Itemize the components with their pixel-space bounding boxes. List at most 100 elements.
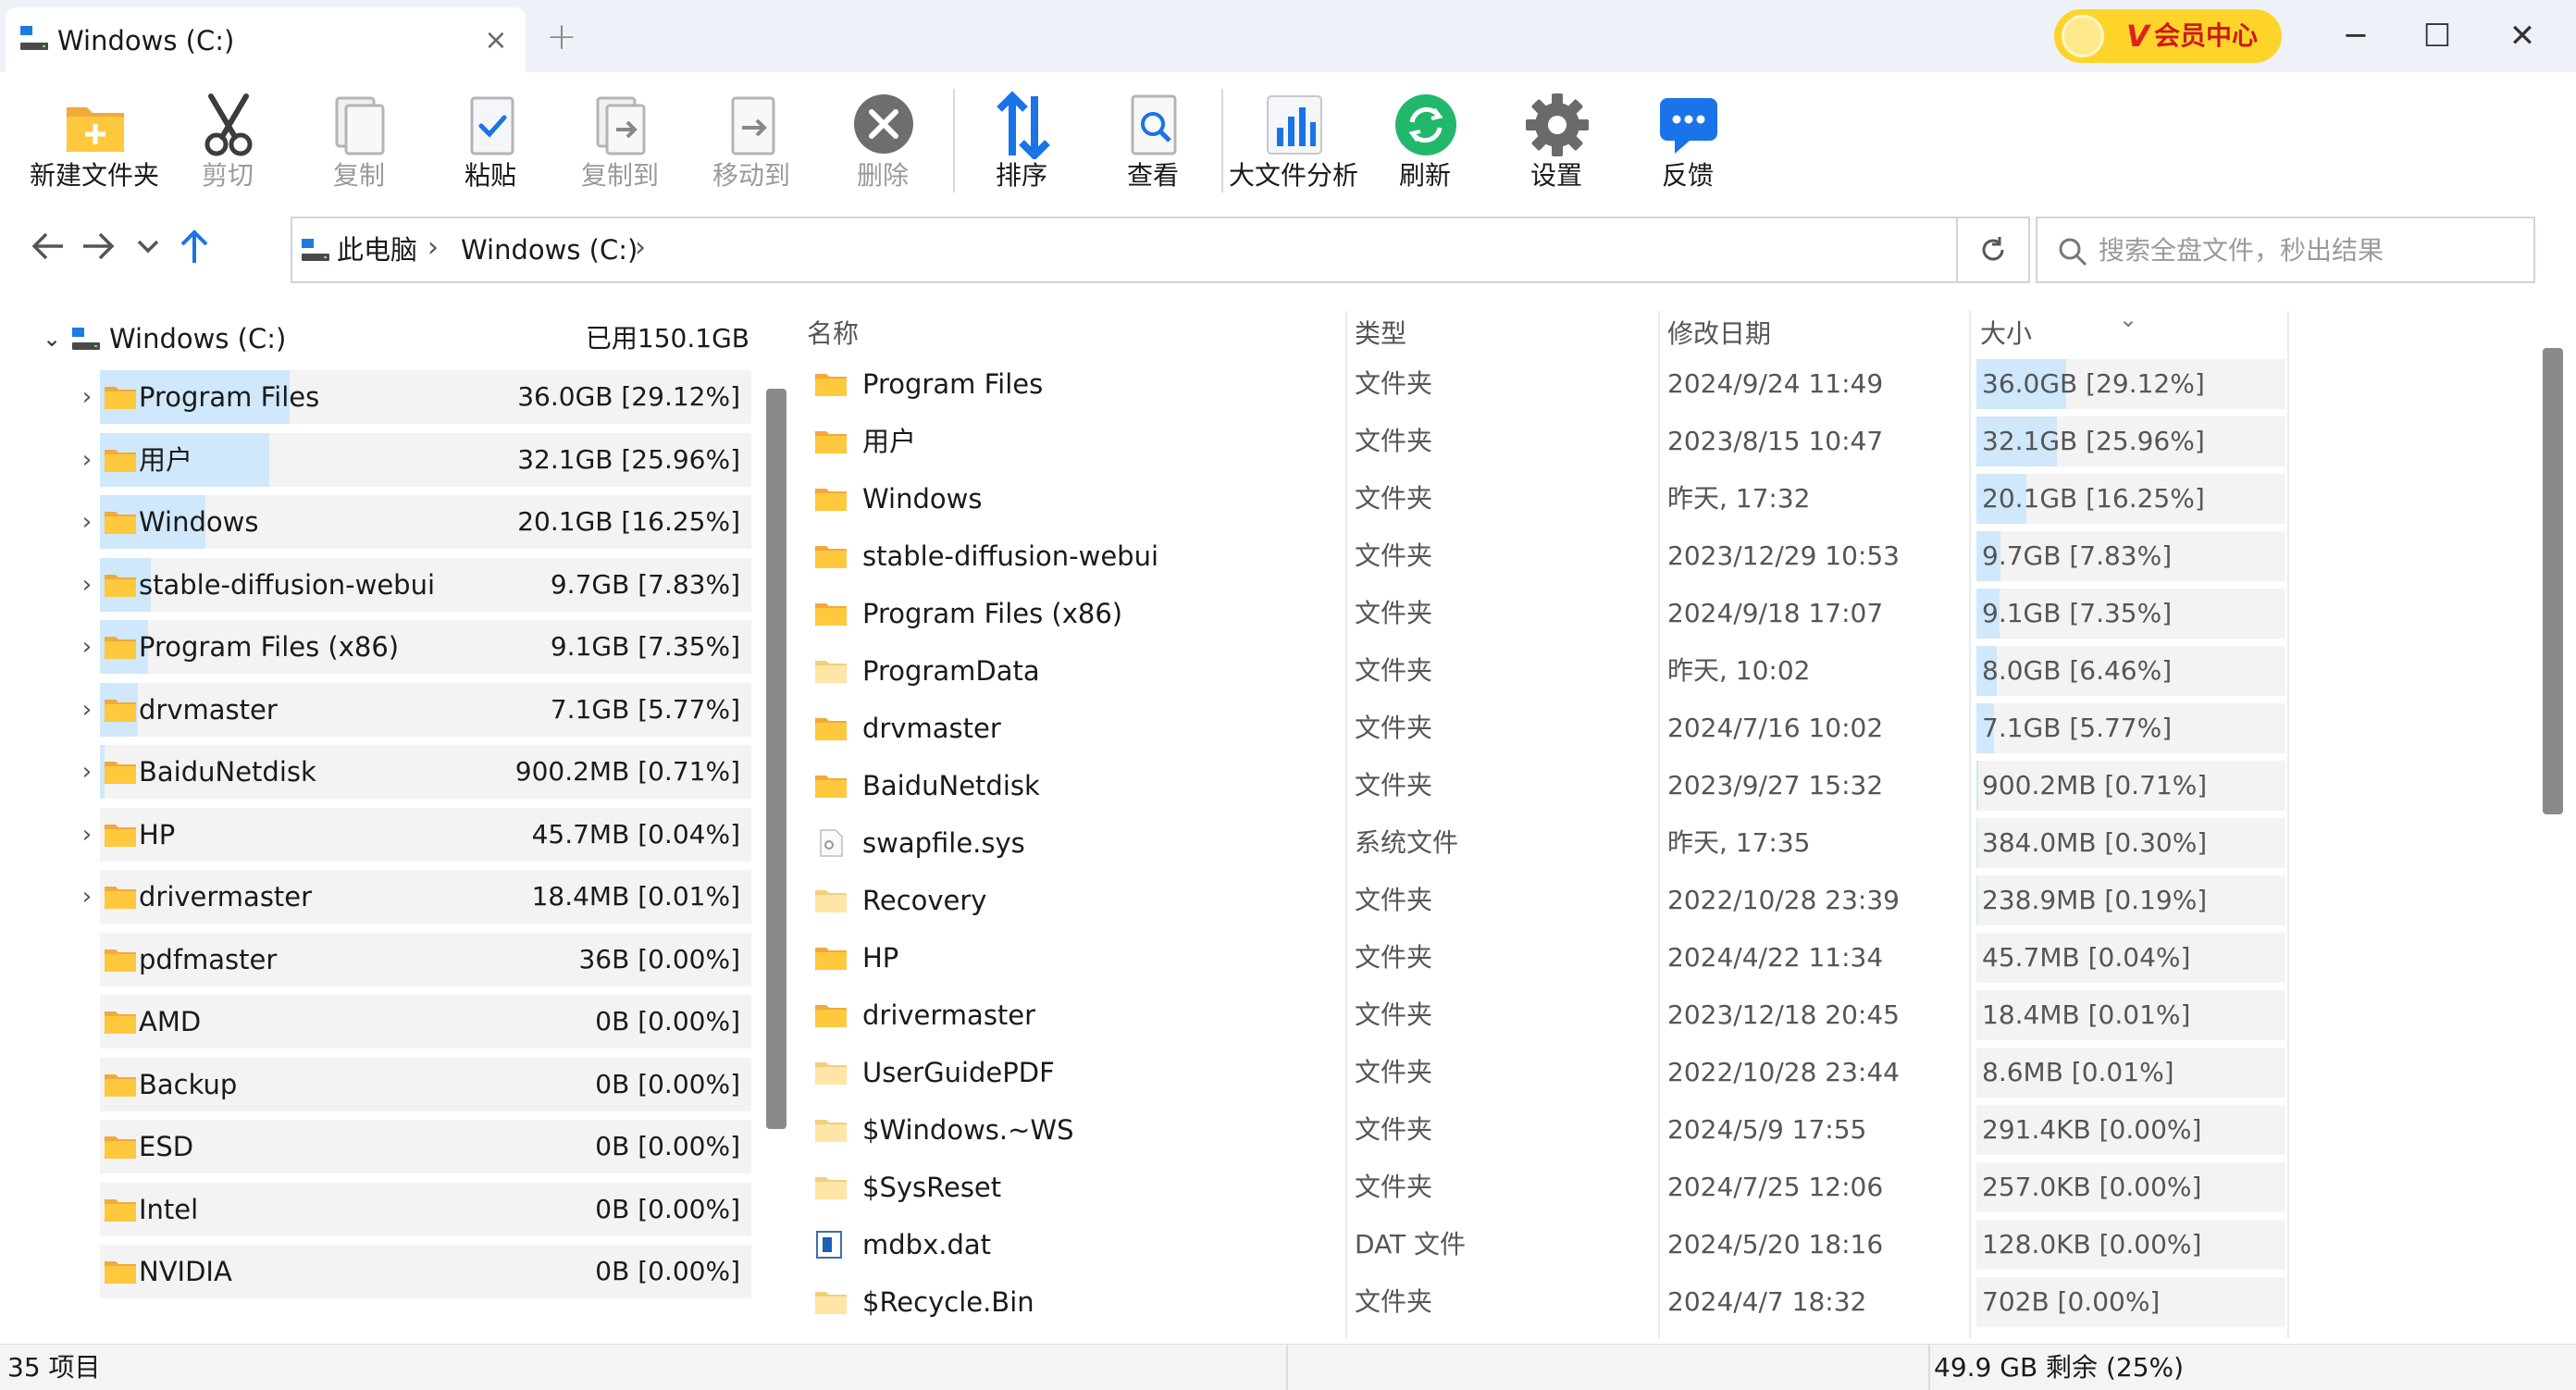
tree-item[interactable]: pdfmaster 36B [0.00%] (37, 932, 751, 987)
file-row[interactable]: 用户 文件夹 2023/8/15 10:47 32.1GB [25.96%] (798, 413, 2546, 470)
file-row[interactable]: Windows 文件夹 昨天, 17:32 20.1GB [16.25%] (798, 470, 2546, 527)
file-row[interactable]: ProgramData 文件夹 昨天, 10:02 8.0GB [6.46%] (798, 642, 2546, 700)
tree-root-drive[interactable]: ⌄ Windows (C:) 已用150.1GB (37, 318, 759, 359)
file-row[interactable]: UserGuidePDF 文件夹 2022/10/28 23:44 8.6MB [0.… (798, 1044, 2546, 1101)
feedback-button[interactable]: 反馈 (1623, 85, 1752, 194)
big-file-analysis-button[interactable]: 大文件分析 (1229, 85, 1358, 194)
search-input[interactable] (2099, 230, 2524, 270)
tree-item[interactable]: AMD 0B [0.00%] (37, 995, 751, 1049)
delete-button[interactable]: 删除 (818, 85, 947, 194)
file-row[interactable]: Program Files (x86) 文件夹 2024/9/18 17:07 9.1… (798, 585, 2546, 642)
copy-button[interactable]: 复制 (294, 85, 424, 194)
file-size: 36.0GB [29.12%] (1982, 368, 2205, 399)
list-scrollbar[interactable] (2543, 348, 2563, 814)
file-row[interactable]: $SysReset 文件夹 2024/7/25 12:06 257.0KB [0.00… (798, 1159, 2546, 1216)
tree-item-size: 9.7GB [7.83%] (550, 568, 740, 600)
file-row[interactable]: mdbx.dat DAT 文件 2024/5/20 18:16 128.0KB [0.… (798, 1216, 2546, 1273)
address-bar[interactable]: 此电脑 › Windows (C:) › (291, 217, 1958, 283)
expand-chevron-icon[interactable]: › (74, 692, 100, 727)
folder-icon (105, 887, 136, 909)
expand-chevron-icon[interactable]: › (74, 379, 100, 415)
folder-tree: ⌄ Windows (C:) 已用150.1GB › Program Files 3… (0, 305, 768, 1342)
close-window-button[interactable]: ✕ (2495, 13, 2550, 59)
column-header-size[interactable]: 大小 (1980, 316, 2032, 352)
view-button[interactable]: 查看 (1088, 85, 1218, 194)
file-row[interactable]: drivermaster 文件夹 2023/12/18 20:45 18.4MB [0… (798, 987, 2546, 1044)
history-chevron-down-icon[interactable] (128, 226, 168, 267)
refresh-toolbar-button[interactable]: 刷新 (1360, 85, 1490, 194)
tree-item[interactable]: ESD 0B [0.00%] (37, 1120, 751, 1173)
tree-item[interactable]: Intel 0B [0.00%] (37, 1182, 751, 1236)
file-type: 文件夹 (1355, 885, 1433, 915)
tree-item[interactable]: › drivermaster 18.4MB [0.01%] (37, 870, 751, 924)
tab-close-icon[interactable]: × (479, 24, 513, 57)
expand-chevron-icon[interactable] (74, 1067, 100, 1102)
file-row[interactable]: $Windows.~WS 文件夹 2024/5/9 17:55 291.4KB [0.… (798, 1101, 2546, 1159)
breadcrumb-windows-c[interactable]: Windows (C:) (461, 233, 638, 267)
file-row[interactable]: $Recycle.Bin 文件夹 2024/4/7 18:32 702B [0.00%… (798, 1273, 2546, 1331)
file-size: 9.7GB [7.83%] (1982, 540, 2173, 571)
breadcrumb-separator[interactable]: › (635, 231, 646, 265)
tree-item[interactable]: › Windows 20.1GB [16.25%] (37, 495, 751, 549)
expand-chevron-icon[interactable]: › (74, 879, 100, 914)
tree-item[interactable]: NVIDIA 0B [0.00%] (37, 1245, 751, 1298)
status-free-space: 49.9 GB 剩余 (25%) (1934, 1352, 2185, 1383)
file-row[interactable]: swapfile.sys 系统文件 昨天, 17:35 384.0MB [0.30%] (798, 814, 2546, 872)
tree-item[interactable]: › stable-diffusion-webui 9.7GB [7.83%] (37, 557, 751, 612)
folder-icon (105, 949, 136, 972)
expand-chevron-icon[interactable]: › (74, 567, 100, 602)
tree-item[interactable]: Backup 0B [0.00%] (37, 1057, 751, 1111)
breadcrumb-this-pc[interactable]: 此电脑 (337, 233, 417, 267)
folder-icon (105, 1074, 136, 1097)
breadcrumb-separator[interactable]: › (427, 231, 439, 265)
file-row[interactable]: Recovery 文件夹 2022/10/28 23:39 238.9MB [0.19… (798, 872, 2546, 929)
expand-chevron-icon[interactable] (74, 1192, 100, 1227)
feedback-label: 反馈 (1661, 160, 1714, 191)
sort-button[interactable]: 排序 (957, 85, 1086, 194)
expand-chevron-icon[interactable] (74, 1004, 100, 1039)
tree-scrollbar[interactable] (766, 389, 786, 1129)
expand-chevron-icon[interactable]: › (74, 817, 100, 852)
expand-chevron-icon[interactable] (74, 1129, 100, 1164)
up-arrow-icon[interactable] (174, 226, 215, 267)
cut-button[interactable]: 剪切 (163, 85, 292, 194)
file-row[interactable]: Program Files 文件夹 2024/9/24 11:49 36.0GB [2… (798, 355, 2546, 413)
tree-item[interactable]: › drvmaster 7.1GB [5.77%] (37, 682, 751, 737)
expand-chevron-icon[interactable]: › (74, 629, 100, 664)
tree-item[interactable]: › 用户 32.1GB [25.96%] (37, 432, 751, 487)
file-name: $SysReset (862, 1172, 1002, 1203)
vip-center-button[interactable]: V 会员中心 (2054, 9, 2282, 63)
file-row[interactable]: HP 文件夹 2024/4/22 11:34 45.7MB [0.04%] (798, 929, 2546, 987)
forward-arrow-icon[interactable] (78, 226, 118, 267)
new-folder-button[interactable]: 新建文件夹 (30, 85, 159, 194)
tree-item[interactable]: › Program Files 36.0GB [29.12%] (37, 370, 751, 424)
tree-item[interactable]: › HP 45.7MB [0.04%] (37, 807, 751, 862)
expand-chevron-icon[interactable]: › (74, 504, 100, 540)
copy-to-button[interactable]: 复制到 (555, 85, 685, 194)
file-row[interactable]: drvmaster 文件夹 2024/7/16 10:02 7.1GB [5.77%] (798, 700, 2546, 757)
move-to-button[interactable]: 移动到 (687, 85, 816, 194)
collapse-chevron-icon[interactable]: ⌄ (43, 322, 70, 355)
expand-chevron-icon[interactable]: › (74, 442, 100, 478)
search-box[interactable] (2036, 217, 2535, 283)
back-arrow-icon[interactable] (28, 226, 68, 267)
expand-chevron-icon[interactable] (74, 1254, 100, 1289)
tab-title: Windows (C:) (57, 25, 235, 56)
new-tab-button[interactable]: + (540, 17, 583, 59)
settings-button[interactable]: 设置 (1492, 85, 1621, 194)
column-header-date[interactable]: 修改日期 (1667, 316, 1771, 352)
column-header-name[interactable]: 名称 (807, 316, 859, 352)
maximize-button[interactable]: ☐ (2409, 13, 2465, 59)
tree-item[interactable]: › Program Files (x86) 9.1GB [7.35%] (37, 620, 751, 674)
minimize-button[interactable]: ─ (2328, 13, 2384, 59)
paste-button[interactable]: 粘贴 (426, 85, 555, 194)
address-refresh-button[interactable] (1958, 217, 2030, 283)
tab-windows-c[interactable]: Windows (C:) × (6, 7, 526, 72)
tree-item[interactable]: › BaiduNetdisk 900.2MB [0.71%] (37, 745, 751, 799)
file-row[interactable]: BaiduNetdisk 文件夹 2023/9/27 15:32 900.2MB [0… (798, 757, 2546, 814)
expand-chevron-icon[interactable]: › (74, 754, 100, 789)
file-row[interactable]: stable-diffusion-webui 文件夹 2023/12/29 10:5… (798, 527, 2546, 585)
file-date: 2023/8/15 10:47 (1667, 426, 1884, 456)
column-header-type[interactable]: 类型 (1355, 316, 1406, 352)
expand-chevron-icon[interactable] (74, 942, 100, 977)
